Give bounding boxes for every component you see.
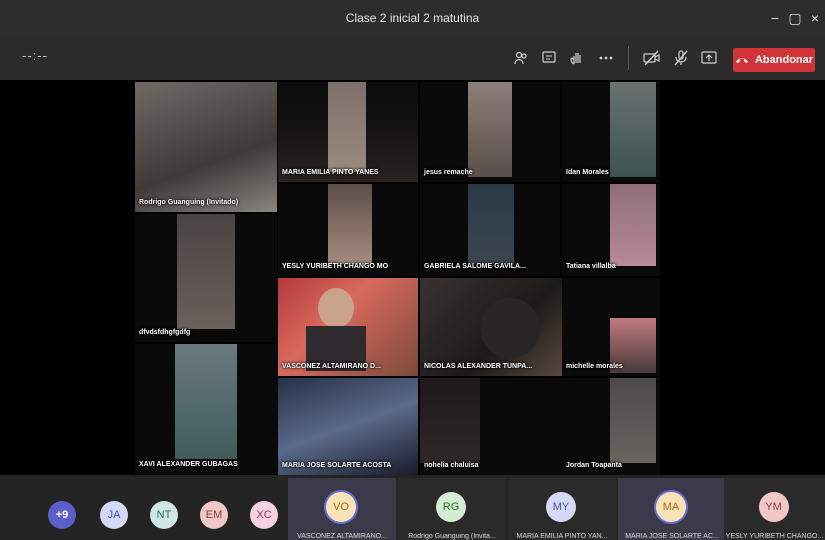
video-tile[interactable]: nohelia chaluisa xyxy=(420,378,562,475)
video-tile[interactable]: YESLY YURIBETH CHANGO MO xyxy=(278,184,418,276)
participant-name: MARIA EMILIA PINTO YAN... xyxy=(516,533,608,540)
participant-name: YESLY YURIBETH CHANGO... xyxy=(725,533,824,540)
close-icon[interactable]: × xyxy=(800,0,825,36)
participant-name: dfvdsfdhgfgdfg xyxy=(139,329,191,336)
video-tile[interactable]: Tatiana villalba xyxy=(562,184,660,276)
more-options-icon[interactable] xyxy=(594,46,618,70)
avatar: MA xyxy=(656,492,686,522)
video-tile[interactable]: XAVI ALEXANDER GUBAGAS xyxy=(135,344,277,474)
participant-name: Rodrigo Guanguing (Invita... xyxy=(408,533,496,540)
participant-card[interactable]: MA MARIA JOSE SOLARTE AC... xyxy=(618,478,726,540)
window-title: Clase 2 inicial 2 matutina xyxy=(345,11,480,25)
video-tile[interactable]: GABRIELA SALOME GAVILA... xyxy=(420,184,560,276)
participant-name: jesus remache xyxy=(424,169,473,176)
participant-name: GABRIELA SALOME GAVILA... xyxy=(424,263,526,270)
video-tile[interactable]: MARIA EMILIA PINTO YANES xyxy=(278,82,418,182)
participant-name: VASCONEZ ALTAMIRANO D... xyxy=(282,363,381,370)
camera-off-icon[interactable] xyxy=(640,46,664,70)
participant-name: Rodrigo Guanguing (Invitado) xyxy=(139,199,239,206)
participant-name: YESLY YURIBETH CHANGO MO xyxy=(282,263,389,270)
video-tile[interactable]: Idan Morales xyxy=(562,82,660,182)
video-tile[interactable]: Rodrigo Guanguing (Invitado) xyxy=(135,82,277,212)
participant-name: XAVI ALEXANDER GUBAGAS xyxy=(139,461,238,468)
video-tile[interactable]: MARIA JOSE SOLARTE ACOSTA xyxy=(278,378,418,475)
mic-off-icon[interactable] xyxy=(669,46,693,70)
hang-up-icon xyxy=(735,58,748,63)
video-tile[interactable]: michelle morales xyxy=(562,278,660,376)
share-screen-icon[interactable] xyxy=(697,46,721,70)
video-tile[interactable]: VASCONEZ ALTAMIRANO D... xyxy=(278,278,418,376)
participant-name: MARIA JOSE SOLARTE ACOSTA xyxy=(282,462,392,469)
participant-card[interactable]: RG Rodrigo Guanguing (Invita... xyxy=(398,478,506,540)
avatar[interactable]: JA xyxy=(100,501,128,529)
avatar[interactable]: NT xyxy=(150,501,178,529)
leave-button-label: Abandonar xyxy=(754,54,814,66)
video-tile[interactable]: dfvdsfdhgfgdfg xyxy=(135,214,277,342)
participant-card[interactable]: YM YESLY YURIBETH CHANGO... xyxy=(724,478,825,540)
participant-name: Jordan Toapanta xyxy=(566,462,622,469)
avatar[interactable]: XC xyxy=(250,501,278,529)
leave-button[interactable]: Abandonar xyxy=(733,48,815,72)
toolbar-separator xyxy=(628,46,629,70)
avatar: YM xyxy=(758,492,789,522)
video-tile[interactable]: jesus remache xyxy=(420,82,560,182)
participant-name: Tatiana villalba xyxy=(566,263,616,270)
participants-icon[interactable] xyxy=(509,46,533,70)
video-tile[interactable]: NICOLAS ALEXANDER TUNPA... xyxy=(420,278,562,376)
meeting-timer: --:-- xyxy=(22,48,48,63)
chat-icon[interactable] xyxy=(537,46,561,70)
participant-name: michelle morales xyxy=(566,363,623,370)
participant-name: MARIA JOSE SOLARTE AC... xyxy=(625,533,719,540)
meeting-toolbar: --:-- xyxy=(0,36,825,80)
overflow-participants-badge[interactable]: +9 xyxy=(48,501,76,529)
participant-card[interactable]: VO VASCONEZ ALTAMIRANO... xyxy=(288,478,396,540)
participant-name: Idan Morales xyxy=(566,169,609,176)
video-tile[interactable]: Jordan Toapanta xyxy=(562,378,660,475)
video-stage: Rodrigo Guanguing (Invitado) MARIA EMILI… xyxy=(0,80,825,475)
participant-name: nohelia chaluisa xyxy=(424,462,479,469)
participant-name: NICOLAS ALEXANDER TUNPA... xyxy=(424,363,533,370)
participant-name: MARIA EMILIA PINTO YANES xyxy=(282,169,379,176)
title-bar: Clase 2 inicial 2 matutina − ▢ × xyxy=(0,0,825,36)
avatar[interactable]: EM xyxy=(200,501,228,529)
avatar: VO xyxy=(326,492,356,522)
participant-name: VASCONEZ ALTAMIRANO... xyxy=(297,533,387,540)
participant-card[interactable]: MY MARIA EMILIA PINTO YAN... xyxy=(508,478,616,540)
avatar: RG xyxy=(436,492,466,522)
raise-hand-icon[interactable] xyxy=(565,46,589,70)
avatar: MY xyxy=(546,492,576,522)
